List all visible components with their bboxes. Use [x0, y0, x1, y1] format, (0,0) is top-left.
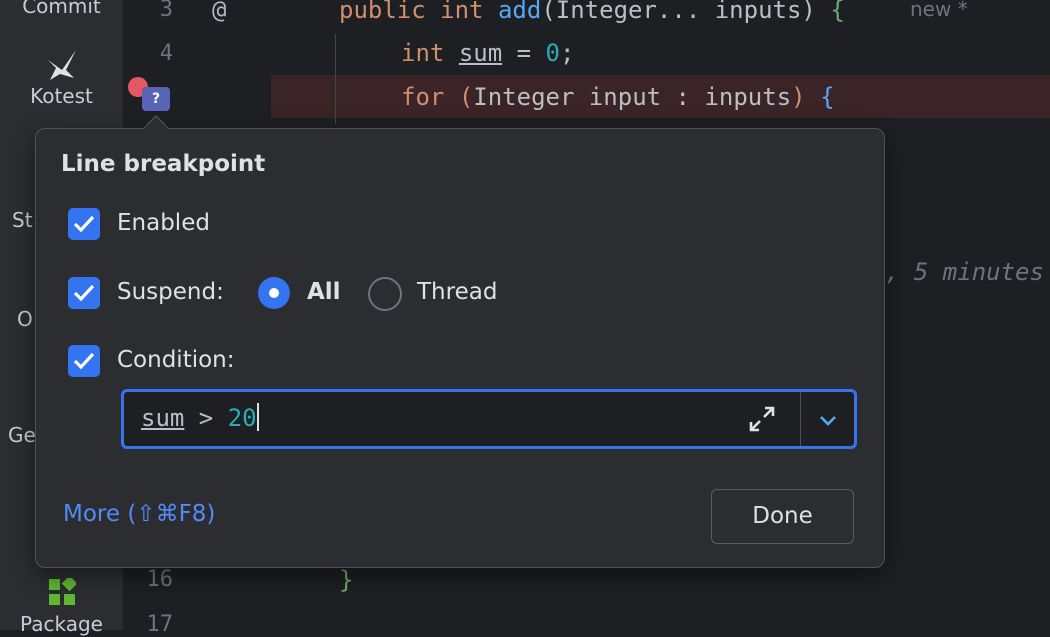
- suspend-all-radio[interactable]: [258, 277, 290, 309]
- tool-package-label: Package: [20, 612, 103, 636]
- field-separator: [800, 392, 801, 446]
- variable-sum: sum: [458, 39, 503, 67]
- enabled-label[interactable]: Enabled: [117, 210, 210, 236]
- closing-brace: }: [339, 566, 354, 594]
- suspend-all-label[interactable]: All: [307, 279, 341, 305]
- line-number-3: 3: [159, 0, 173, 22]
- popup-title: Line breakpoint: [61, 151, 266, 177]
- condition-input[interactable]: sum > 20: [121, 389, 857, 449]
- tool-partial-st-label: St: [12, 208, 33, 232]
- condition-checkbox[interactable]: [68, 345, 100, 377]
- assign-op: =: [502, 39, 546, 67]
- checkmark-icon: [73, 352, 95, 370]
- condition-value: 20: [227, 404, 257, 432]
- condition-label[interactable]: Condition:: [117, 347, 235, 373]
- tool-commit-label: Commit: [22, 0, 101, 18]
- tool-commit[interactable]: Commit: [0, 0, 123, 18]
- open-brace: {: [830, 0, 845, 24]
- number-literal: 0: [545, 39, 560, 67]
- line-number-4: 4: [159, 41, 173, 66]
- tool-package[interactable]: Package: [0, 575, 123, 636]
- new-tag: new *: [910, 0, 968, 21]
- enabled-checkbox[interactable]: [68, 208, 100, 240]
- code-line-4: int sum = 0;: [401, 39, 574, 67]
- keyword-int: int: [401, 39, 445, 67]
- tool-partial-o-label: O: [17, 307, 33, 331]
- more-link[interactable]: More (⇧⌘F8): [63, 501, 215, 527]
- open-paren: (: [458, 83, 474, 111]
- tool-partial-st[interactable]: St: [12, 208, 33, 232]
- condition-expression[interactable]: sum > 20: [141, 403, 259, 432]
- inline-blame-text: , 5 minutes: [885, 258, 1044, 286]
- suspend-checkbox[interactable]: [68, 277, 100, 309]
- open-brace: {: [820, 83, 835, 111]
- tool-kotest[interactable]: Kotest: [0, 48, 123, 108]
- keyword-for: for: [401, 83, 445, 111]
- suspend-thread-radio[interactable]: [368, 277, 402, 311]
- tool-partial-ge-label: Ge: [8, 423, 36, 447]
- annotation-gutter-icon[interactable]: @: [212, 0, 226, 24]
- keyword-public: public: [339, 0, 426, 24]
- line-breakpoint-popup: Line breakpoint Enabled Suspend: All Thr…: [35, 128, 885, 568]
- checkmark-icon: [73, 284, 95, 302]
- text-caret: [256, 403, 259, 431]
- for-body: Integer input : inputs: [473, 83, 792, 111]
- close-paren: ): [791, 83, 806, 111]
- expand-icon[interactable]: [747, 404, 777, 434]
- condition-var: sum: [141, 404, 185, 432]
- checkmark-icon: [73, 215, 95, 233]
- done-button[interactable]: Done: [711, 489, 854, 544]
- open-paren: (: [541, 0, 556, 24]
- breakpoint-condition-badge[interactable]: ?: [142, 87, 170, 111]
- code-line-5: for (Integer input : inputs) {: [401, 83, 835, 111]
- kotest-icon: [0, 48, 123, 84]
- chevron-down-icon[interactable]: [814, 406, 842, 434]
- indent-guide: [335, 34, 336, 124]
- code-line-3: public int add(Integer... inputs) {: [339, 0, 845, 24]
- line-number-16: 16: [146, 567, 174, 592]
- popup-arrow-inner: [143, 117, 169, 130]
- method-params: Integer... inputs: [555, 0, 802, 24]
- method-name: add: [497, 0, 542, 24]
- suspend-label[interactable]: Suspend:: [117, 279, 224, 305]
- tool-partial-o[interactable]: O: [17, 307, 33, 331]
- line-number-17: 17: [146, 612, 174, 637]
- tool-partial-ge[interactable]: Ge: [8, 423, 36, 447]
- package-icon: [0, 575, 123, 612]
- semicolon: ;: [559, 39, 575, 67]
- keyword-int: int: [440, 0, 484, 24]
- tool-kotest-label: Kotest: [30, 84, 93, 108]
- suspend-thread-label[interactable]: Thread: [417, 279, 497, 305]
- close-paren: ): [801, 0, 816, 24]
- condition-op: >: [184, 404, 228, 432]
